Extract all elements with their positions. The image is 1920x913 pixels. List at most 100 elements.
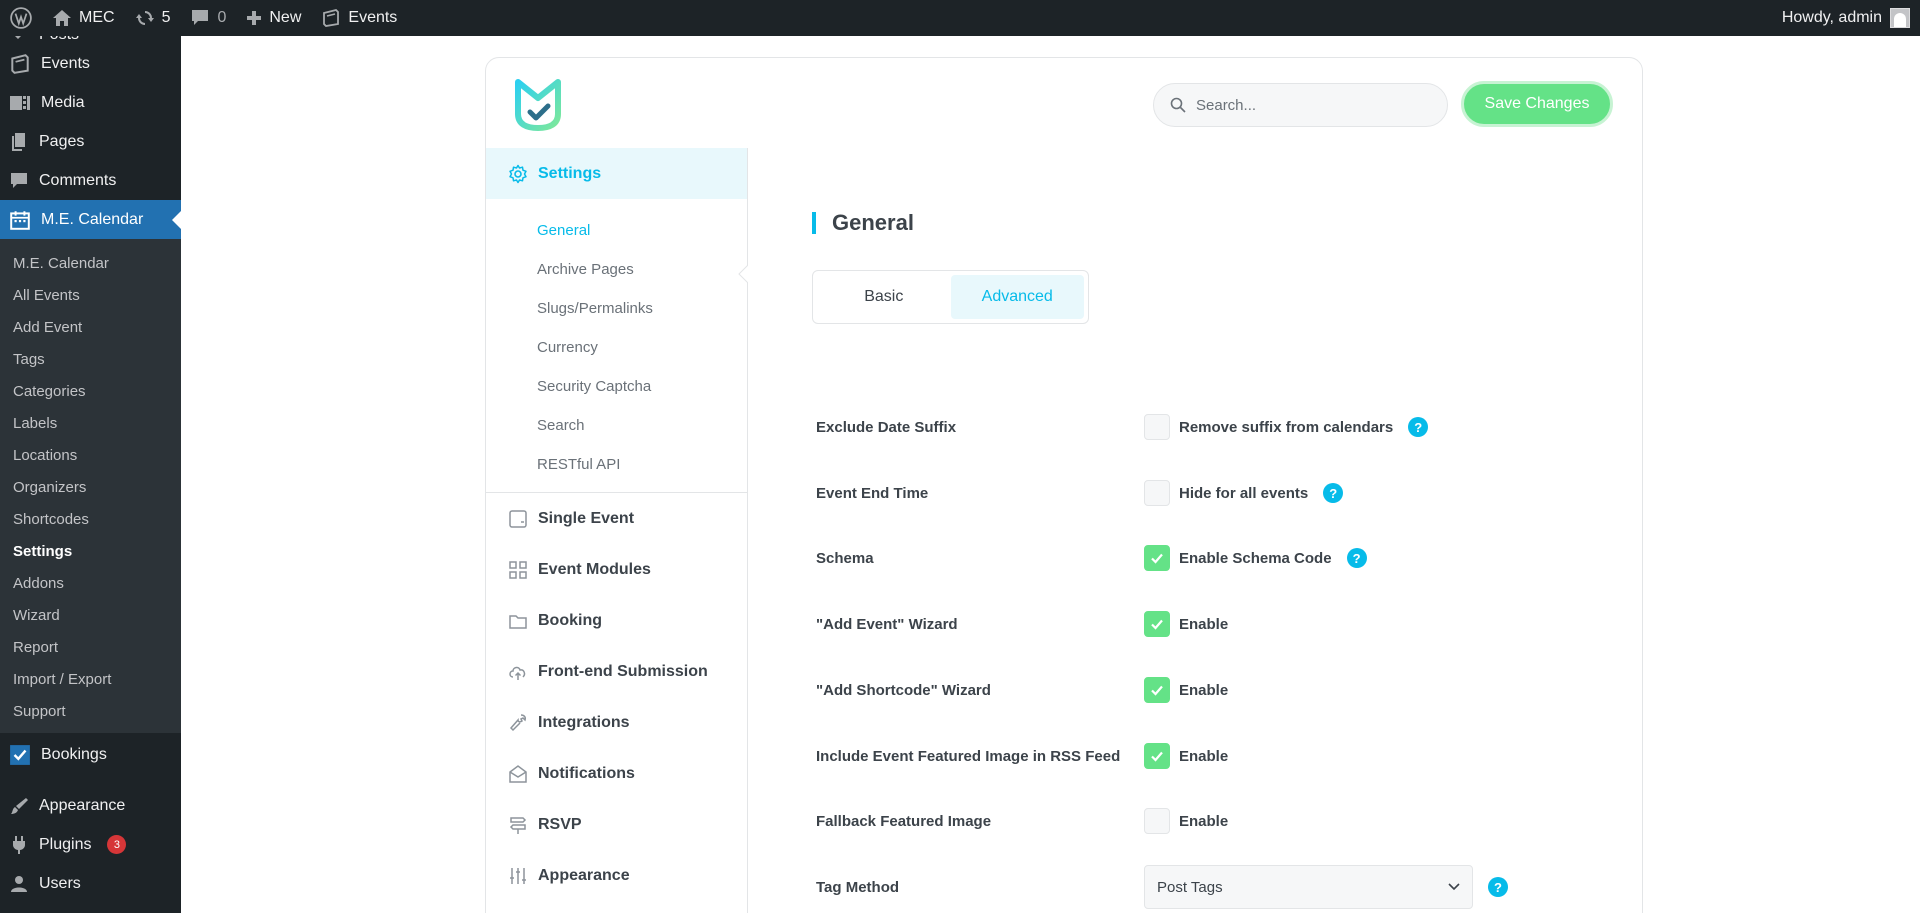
setting-control: Hide for all events ? (1144, 480, 1344, 506)
wordpress-logo-button[interactable] (0, 0, 42, 36)
save-changes-button[interactable]: Save Changes (1461, 81, 1613, 127)
subnav-item-currency[interactable]: Currency (486, 328, 747, 367)
submenu-item-import-export[interactable]: Import / Export (0, 663, 181, 695)
rss-featured-image-checkbox[interactable] (1144, 743, 1170, 769)
add-shortcode-wizard-checkbox[interactable] (1144, 677, 1170, 703)
comments-link[interactable]: 0 (180, 0, 236, 36)
section-title: General (812, 212, 914, 234)
submenu-item-categories[interactable]: Categories (0, 375, 181, 407)
settings-nav-label: RSVP (538, 815, 582, 833)
help-icon[interactable]: ? (1408, 417, 1429, 437)
settings-nav-label: Settings (538, 164, 602, 182)
remove-suffix-checkbox[interactable] (1144, 414, 1170, 440)
setting-row-add-shortcode-wizard: "Add Shortcode" Wizard Enable (816, 670, 1616, 710)
setting-control: Remove suffix from calendars ? (1144, 414, 1429, 440)
checkbox-label: Remove suffix from calendars (1179, 418, 1394, 436)
settings-nav-booking[interactable]: Booking (486, 595, 747, 646)
sidebar-item-me-calendar[interactable]: M.E. Calendar (0, 200, 181, 239)
mec-logo (508, 72, 568, 137)
chevron-down-icon (1448, 883, 1460, 891)
submenu-item-organizers[interactable]: Organizers (0, 471, 181, 503)
checkmark-icon (1151, 751, 1163, 762)
setting-label: Exclude Date Suffix (816, 418, 957, 436)
sidebar-item-pages[interactable]: Pages (0, 122, 181, 161)
submenu-item-all-events[interactable]: All Events (0, 279, 181, 311)
sidebar-item-media[interactable]: Media (0, 83, 181, 122)
submenu-item-report[interactable]: Report (0, 631, 181, 663)
content-area: Save Changes Settings General Archive Pa… (181, 36, 1920, 913)
tag-method-select[interactable]: Post Tags (1144, 865, 1473, 909)
sidebar-item-label: Plugins (39, 835, 92, 853)
search-input[interactable] (1196, 96, 1416, 114)
help-icon[interactable]: ? (1346, 548, 1367, 568)
gear-icon (509, 164, 527, 183)
sidebar-item-bookings[interactable]: Bookings (0, 735, 181, 774)
sidebar-item-label: Media (41, 93, 85, 111)
howdy-text: Howdy, admin (1781, 9, 1882, 26)
setting-control: Enable Schema Code ? (1144, 545, 1367, 571)
setting-label: "Add Shortcode" Wizard (816, 681, 991, 699)
subnav-item-archive-pages[interactable]: Archive Pages (486, 250, 747, 289)
settings-nav-label: Appearance (538, 866, 630, 884)
sidebar-item-label: Posts (39, 36, 79, 44)
submenu-item-support[interactable]: Support (0, 695, 181, 727)
my-account-link[interactable]: Howdy, admin (1782, 8, 1920, 28)
subnav-item-general[interactable]: General (486, 211, 747, 250)
enable-schema-checkbox[interactable] (1144, 545, 1170, 571)
sidebar-item-label: M.E. Calendar (41, 210, 144, 228)
submenu-item-add-event[interactable]: Add Event (0, 311, 181, 343)
wrench-icon (509, 713, 526, 731)
settings-nav-label: Event Modules (538, 560, 651, 578)
sidebar-item-users[interactable]: Users (0, 864, 181, 903)
sidebar-item-posts[interactable]: Posts (0, 36, 181, 44)
submenu-item-addons[interactable]: Addons (0, 567, 181, 599)
settings-nav-appearance[interactable]: Appearance (486, 850, 747, 901)
settings-nav-settings[interactable]: Settings (486, 148, 747, 199)
new-content-link[interactable]: New (236, 0, 311, 36)
settings-search[interactable] (1153, 83, 1448, 127)
updates-link[interactable]: 5 (125, 0, 181, 36)
sidebar-item-comments[interactable]: Comments (0, 161, 181, 200)
settings-nav-front-end-submission[interactable]: Front-end Submission (486, 646, 747, 697)
add-event-wizard-checkbox[interactable] (1144, 611, 1170, 637)
hide-end-time-checkbox[interactable] (1144, 480, 1170, 506)
submenu-item-wizard[interactable]: Wizard (0, 599, 181, 631)
fallback-image-checkbox[interactable] (1144, 808, 1170, 834)
settings-nav-rsvp[interactable]: RSVP (486, 799, 747, 850)
site-name-link[interactable]: MEC (42, 0, 125, 36)
setting-control: Enable (1144, 677, 1228, 703)
cloud-upload-icon (509, 666, 526, 680)
subnav-item-slugs-permalinks[interactable]: Slugs/Permalinks (486, 289, 747, 328)
events-link[interactable]: Events (311, 0, 407, 36)
help-icon[interactable]: ? (1488, 877, 1508, 897)
tab-basic[interactable]: Basic (817, 275, 951, 319)
settings-nav-single-event[interactable]: Single Event (486, 493, 747, 544)
subnav-item-search[interactable]: Search (486, 406, 747, 445)
tab-advanced[interactable]: Advanced (950, 275, 1084, 319)
setting-row-tag-method: Tag Method Post Tags ? (816, 865, 1616, 909)
setting-row-event-end-time: Event End Time Hide for all events ? (816, 473, 1616, 513)
sidebar-item-plugins[interactable]: Plugins 3 (0, 825, 181, 864)
settings-nav-notifications[interactable]: Notifications (486, 748, 747, 799)
submenu-item-settings[interactable]: Settings (0, 535, 181, 567)
submenu-item-locations[interactable]: Locations (0, 439, 181, 471)
submenu-item-tags[interactable]: Tags (0, 343, 181, 375)
help-icon[interactable]: ? (1323, 483, 1344, 503)
setting-control: Enable (1144, 743, 1228, 769)
setting-label: Fallback Featured Image (816, 812, 992, 830)
refresh-icon (135, 11, 154, 25)
mec-logo-icon (515, 79, 561, 131)
checkmark-icon (1151, 553, 1163, 564)
events-label: Events (348, 9, 398, 26)
sidebar-item-events[interactable]: Events (0, 44, 181, 83)
subnav-item-restful-api[interactable]: RESTful API (486, 445, 747, 484)
submenu-item-shortcodes[interactable]: Shortcodes (0, 503, 181, 535)
settings-nav-integrations[interactable]: Integrations (486, 697, 747, 748)
submenu-item-me-calendar[interactable]: M.E. Calendar (0, 247, 181, 279)
submenu-item-labels[interactable]: Labels (0, 407, 181, 439)
setting-row-exclude-date-suffix: Exclude Date Suffix Remove suffix from c… (816, 407, 1616, 447)
settings-nav-event-modules[interactable]: Event Modules (486, 544, 747, 595)
subnav-item-security-captcha[interactable]: Security Captcha (486, 367, 747, 406)
sidebar-item-appearance[interactable]: Appearance (0, 786, 181, 825)
sidebar-item-label: Comments (39, 171, 117, 189)
